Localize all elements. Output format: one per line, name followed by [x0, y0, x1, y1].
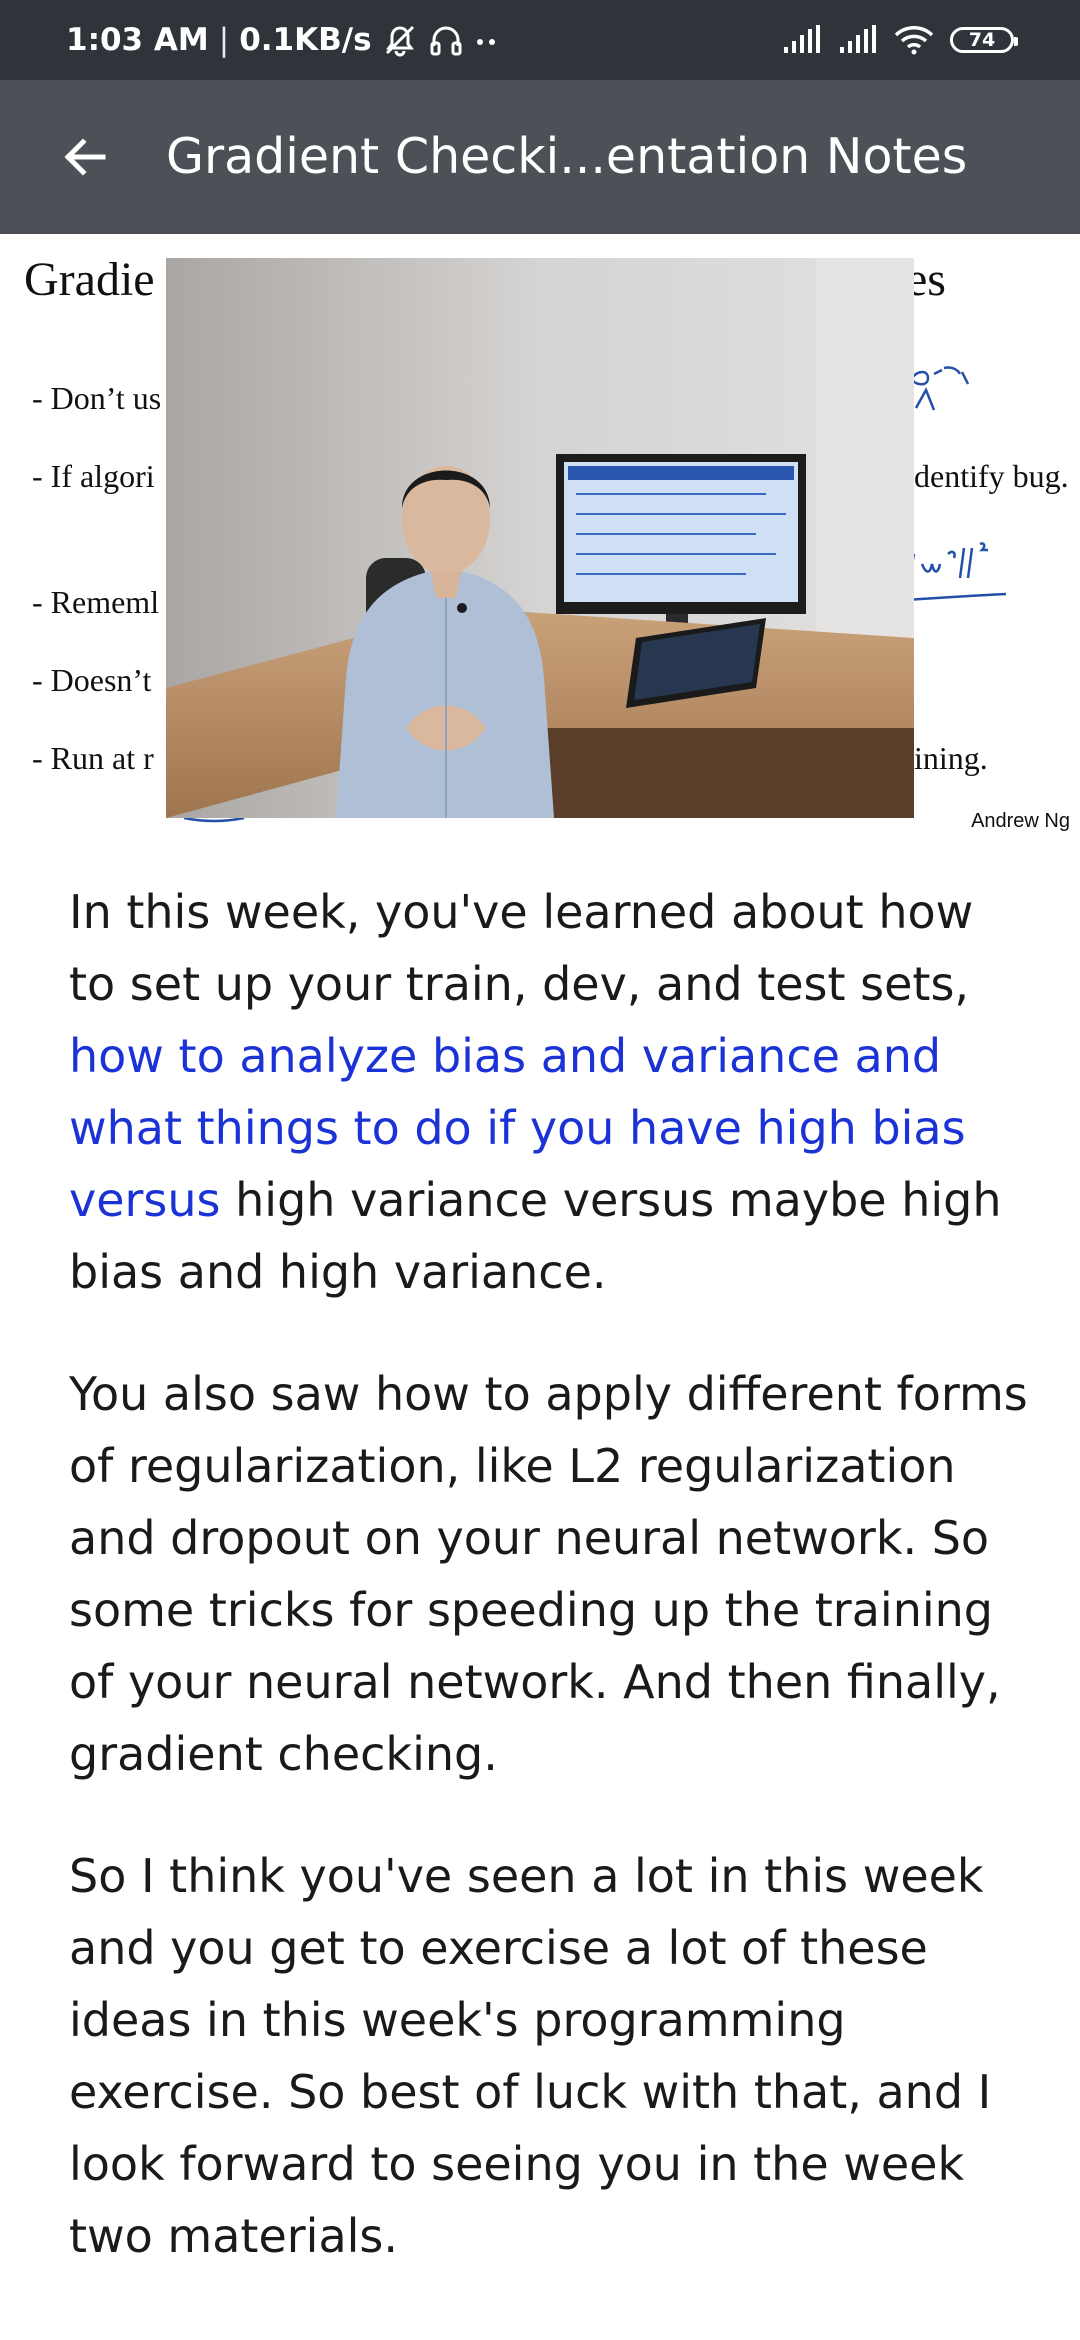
battery-level: 74: [968, 29, 996, 51]
transcript-text: In this week, you've learned about how t…: [69, 885, 974, 1011]
slide-bullet: - If algori: [32, 458, 155, 494]
status-bar: 1:03 AM | 0.1KB/s 74: [0, 0, 1080, 80]
slide-bullet: - Rememl: [32, 584, 160, 620]
signal-icon: [782, 25, 822, 55]
arrow-left-icon: [64, 138, 106, 176]
app-bar: Gradient Checki...entation Notes: [0, 80, 1080, 234]
battery-icon: 74: [950, 27, 1018, 53]
wifi-icon: [894, 25, 934, 55]
more-dots-icon: [474, 22, 500, 58]
lecture-video-player[interactable]: [166, 258, 914, 818]
status-time: 1:03 AM: [66, 22, 209, 58]
back-button[interactable]: [44, 117, 124, 197]
status-right: 74: [782, 0, 1018, 80]
slide-bullet: - Don’t us: [32, 380, 162, 416]
transcript-paragraph: So I think you've seen a lot in this wee…: [69, 1849, 992, 2263]
network-speed: 0.1KB/s: [239, 22, 372, 58]
lecture-video-frame: [166, 258, 914, 818]
status-separator: |: [218, 22, 230, 58]
slide-bullet-tail: ining.: [914, 740, 988, 776]
status-left: 1:03 AM | 0.1KB/s: [66, 0, 500, 80]
slide-bullet-tail: dentify bug.: [914, 458, 1069, 494]
slide-bullet: - Doesn’t: [32, 662, 152, 698]
headset-icon: [428, 22, 464, 58]
slide-bullet: - Run at r: [32, 740, 154, 776]
transcript: In this week, you've learned about how t…: [69, 876, 1029, 2322]
signal-icon: [838, 25, 878, 55]
transcript-paragraph: In this week, you've learned about how t…: [69, 876, 1029, 1308]
page-title: Gradient Checki...entation Notes: [166, 128, 968, 185]
slide-title-fragment: Gradie: [24, 253, 155, 306]
handwritten-annotation: [905, 542, 1007, 602]
handwritten-annotation: [911, 366, 970, 411]
mute-icon: [382, 22, 418, 58]
slide-credit: Andrew Ng: [971, 810, 1070, 832]
transcript-paragraph: You also saw how to apply different form…: [69, 1367, 1028, 1781]
